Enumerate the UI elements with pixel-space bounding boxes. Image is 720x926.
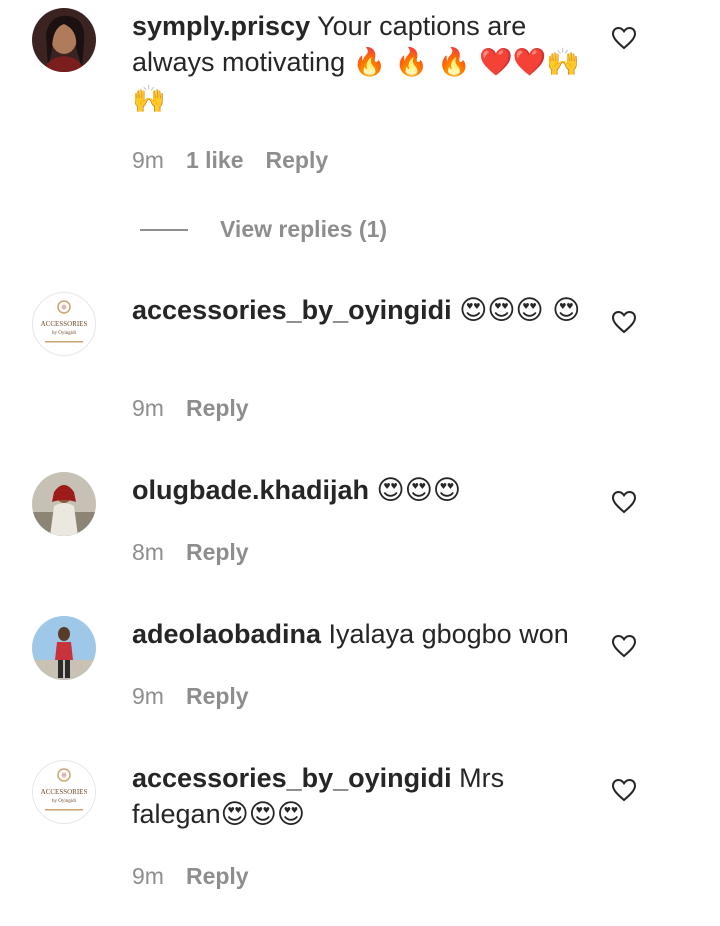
avatar-logo-subtext: by Oyingidi <box>52 331 77 336</box>
comment-time: 9m <box>132 395 164 421</box>
like-count[interactable]: 1 like <box>186 147 244 173</box>
reply-button[interactable]: Reply <box>186 395 249 421</box>
avatar[interactable]: ACCESSORIES by Oyingidi <box>32 760 96 824</box>
comment-emojis: 😍😍😍 <box>376 475 461 506</box>
reply-button[interactable]: Reply <box>266 147 329 173</box>
comment-meta: 8m Reply <box>132 538 271 566</box>
comment-username[interactable]: adeolaobadina <box>132 619 321 649</box>
comment-emojis: 😍😍😍 <box>220 799 306 830</box>
divider <box>140 229 188 231</box>
comment-text: symply.priscy Your captions are always m… <box>132 8 582 118</box>
comment-text: accessories_by_oyingidi 😍😍😍 😍 <box>132 292 582 329</box>
avatar[interactable] <box>32 616 96 680</box>
reply-button[interactable]: Reply <box>186 863 249 889</box>
comment-meta: 9m Reply <box>132 862 271 890</box>
like-heart-icon[interactable] <box>611 778 637 802</box>
comment-username[interactable]: accessories_by_oyingidi <box>132 763 452 793</box>
reply-button[interactable]: Reply <box>186 539 249 565</box>
avatar-logo-text: ACCESSORIES <box>41 320 88 328</box>
comment-meta: 9m Reply <box>132 394 271 422</box>
like-heart-icon[interactable] <box>611 490 637 514</box>
comment-username[interactable]: accessories_by_oyingidi <box>132 295 452 325</box>
avatar-logo-subtext: by Oyingidi <box>52 799 77 804</box>
comment-text: adeolaobadina Iyalaya gbogbo won <box>132 616 582 653</box>
like-heart-icon[interactable] <box>611 634 637 658</box>
like-heart-icon[interactable] <box>611 26 637 50</box>
reply-button[interactable]: Reply <box>186 683 249 709</box>
comment-time: 8m <box>132 539 164 565</box>
comment-time: 9m <box>132 683 164 709</box>
avatar[interactable]: ACCESSORIES by Oyingidi <box>32 292 96 356</box>
comment-username[interactable]: symply.priscy <box>132 11 310 41</box>
avatar-logo-text: ACCESSORIES <box>41 788 88 796</box>
view-replies-button[interactable]: View replies (1) <box>140 214 440 244</box>
comment-username[interactable]: olugbade.khadijah <box>132 475 369 505</box>
avatar[interactable] <box>32 8 96 72</box>
avatar[interactable] <box>32 472 96 536</box>
comment-body <box>369 475 377 505</box>
comment-time: 9m <box>132 147 164 173</box>
comment-text: accessories_by_oyingidi Mrs falegan😍😍😍 <box>132 760 582 833</box>
comment-time: 9m <box>132 863 164 889</box>
comment-meta: 9m Reply <box>132 682 271 710</box>
like-heart-icon[interactable] <box>611 310 637 334</box>
comment-emojis: 😍😍😍 😍 <box>459 295 581 326</box>
comment-text: olugbade.khadijah 😍😍😍 <box>132 472 582 509</box>
comment-meta: 9m 1 like Reply <box>132 146 350 174</box>
view-replies-label: View replies (1) <box>220 216 388 242</box>
comment-body: Iyalaya gbogbo won <box>321 619 569 649</box>
